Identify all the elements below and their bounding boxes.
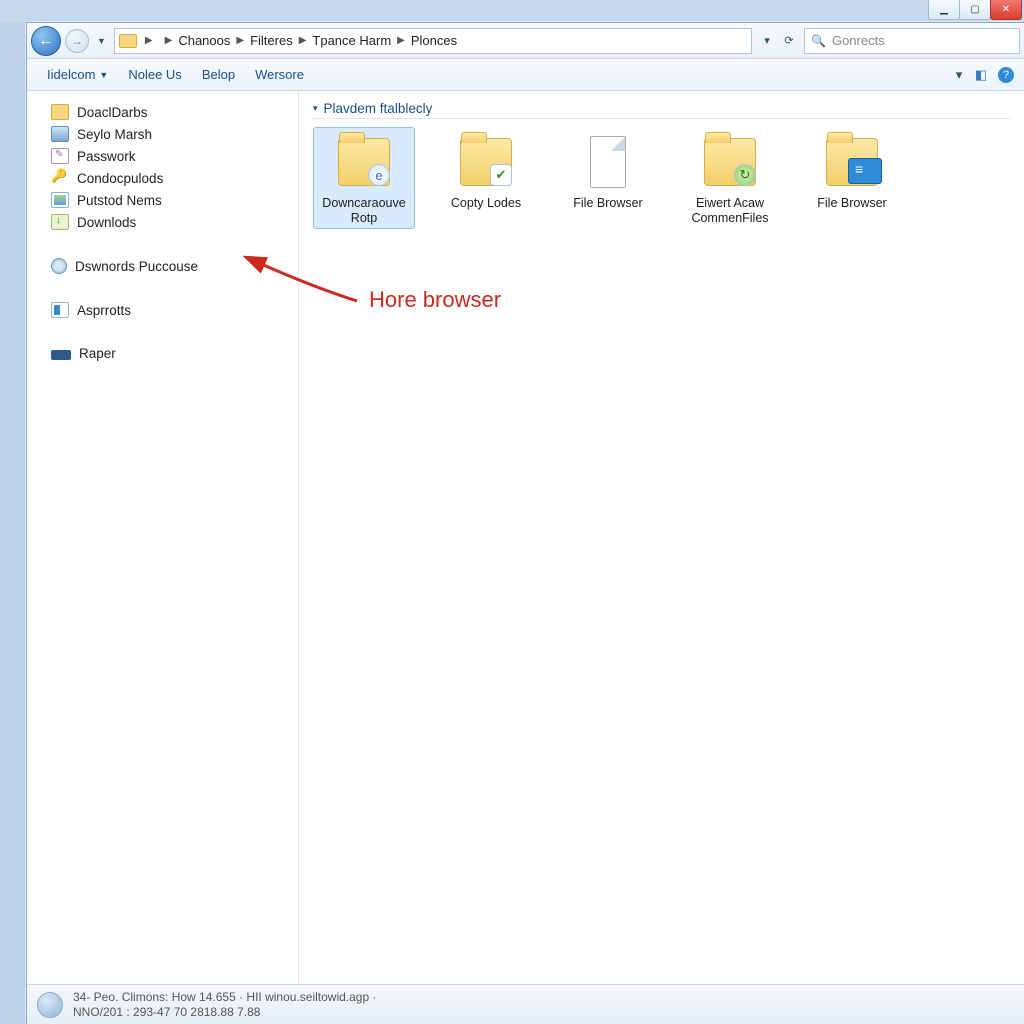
document-icon (51, 148, 69, 164)
cmd-item-organize[interactable]: Iidelcom▼ (37, 63, 118, 86)
breadcrumb[interactable]: ▶ ▶ Chanoos ▶ Filteres ▶ Tpance Harm ▶ P… (114, 28, 752, 54)
annotation-arrow (253, 257, 363, 307)
downloads-icon (51, 214, 69, 230)
status-line-1: 34- Peo. Climons: How 14.655 · HII winou… (73, 990, 376, 1005)
search-placeholder: Gonrects (832, 33, 885, 48)
crumb-item[interactable]: Plonces (411, 33, 457, 48)
file-item[interactable]: File Browser (801, 127, 903, 229)
view-dropdown[interactable]: ▾ (948, 67, 970, 83)
key-icon (51, 170, 69, 186)
chevron-right-icon: ▶ (139, 35, 159, 46)
search-icon: 🔍 (811, 34, 826, 48)
sidebar-item[interactable]: Condocpulods (49, 167, 290, 189)
folder-icon (51, 104, 69, 120)
sidebar-item[interactable]: DoaclDarbs (49, 101, 290, 123)
chevron-down-icon: ▼ (99, 70, 108, 80)
sidebar-item[interactable]: Raper (49, 343, 290, 364)
ie-overlay-icon: e (368, 164, 390, 186)
globe-icon (51, 258, 67, 274)
back-button[interactable]: ← (31, 26, 61, 56)
minimize-button[interactable]: ▁ (928, 0, 960, 20)
title-bar: ▁ ▢ ✕ (0, 0, 1024, 22)
content-pane[interactable]: Plavdem ftalblecly e Downcaraouve Rotp ✔… (299, 91, 1024, 984)
cmd-item[interactable]: Wersore (245, 63, 314, 86)
command-bar: Iidelcom▼ Nolee Us Belop Wersore ▾ ◧ ? (27, 59, 1024, 91)
status-icon (37, 992, 63, 1018)
file-label: Eiwert Acaw CommenFiles (682, 196, 778, 226)
refresh-button[interactable]: ⟳ (778, 34, 800, 47)
sidebar-item[interactable]: Passwork (49, 145, 290, 167)
nav-history-dropdown[interactable]: ▼ (93, 36, 110, 46)
document-icon (590, 136, 626, 188)
pictures-icon (51, 192, 69, 208)
maximize-button[interactable]: ▢ (959, 0, 991, 20)
file-item[interactable]: ↻ Eiwert Acaw CommenFiles (679, 127, 781, 229)
crumb-item[interactable]: Chanoos (178, 33, 230, 48)
file-item[interactable]: e Downcaraouve Rotp (313, 127, 415, 229)
chevron-right-icon: ▶ (293, 35, 313, 46)
chevron-right-icon: ▶ (159, 35, 179, 46)
preview-pane-button[interactable]: ◧ (970, 67, 992, 83)
address-dropdown[interactable]: ▾ (756, 34, 778, 47)
cmd-item[interactable]: Nolee Us (118, 63, 191, 86)
item-grid: e Downcaraouve Rotp ✔ Copty Lodes File B… (313, 127, 1010, 229)
search-input[interactable]: 🔍 Gonrects (804, 28, 1020, 54)
file-label: Downcaraouve Rotp (316, 196, 412, 226)
annotation-text: Hore browser (369, 287, 501, 313)
sync-overlay-icon: ↻ (734, 164, 756, 186)
file-item[interactable]: ✔ Copty Lodes (435, 127, 537, 229)
file-item[interactable]: File Browser (557, 127, 659, 229)
sidebar-item[interactable]: Seylo Marsh (49, 123, 290, 145)
drive-icon (51, 350, 71, 360)
chevron-right-icon: ▶ (230, 35, 250, 46)
file-label: File Browser (804, 196, 900, 211)
close-button[interactable]: ✕ (990, 0, 1022, 20)
sidebar-item[interactable]: Downlods (49, 211, 290, 233)
check-overlay-icon: ✔ (490, 164, 512, 186)
cmd-item[interactable]: Belop (192, 63, 245, 86)
explorer-window: ← → ▼ ▶ ▶ Chanoos ▶ Filteres ▶ Tpance Ha… (26, 22, 1024, 1024)
status-bar: 34- Peo. Climons: How 14.655 · HII winou… (27, 984, 1024, 1024)
chevron-right-icon: ▶ (391, 35, 411, 46)
crumb-item[interactable]: Filteres (250, 33, 293, 48)
status-line-2: NNO/201 : 293-47 70 2818.88 7.88 (73, 1005, 376, 1020)
help-button[interactable]: ? (998, 67, 1014, 83)
page-icon (51, 302, 69, 318)
address-bar: ← → ▼ ▶ ▶ Chanoos ▶ Filteres ▶ Tpance Ha… (27, 23, 1024, 59)
screen-overlay-icon (848, 158, 882, 184)
navigation-pane: DoaclDarbs Seylo Marsh Passwork Condocpu… (27, 91, 299, 984)
file-label: File Browser (560, 196, 656, 211)
file-label: Copty Lodes (438, 196, 534, 211)
section-header[interactable]: Plavdem ftalblecly (313, 101, 1010, 119)
forward-button[interactable]: → (65, 29, 89, 53)
desktop-icon (51, 126, 69, 142)
folder-icon (119, 34, 137, 48)
crumb-item[interactable]: Tpance Harm (312, 33, 391, 48)
sidebar-item[interactable]: Putstod Nems (49, 189, 290, 211)
